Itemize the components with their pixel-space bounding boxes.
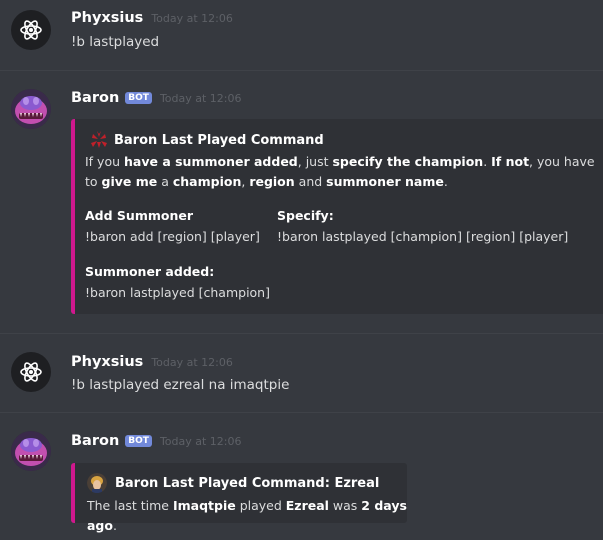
bot-avatar[interactable] xyxy=(11,89,51,129)
field-name: Summoner added: xyxy=(85,264,215,279)
field-name: Specify: xyxy=(277,208,334,223)
baron-nashor-icon xyxy=(11,431,51,471)
text-run: was xyxy=(328,498,362,513)
message: Baron BOT Today at 12:06 Baron Last Play… xyxy=(0,71,603,333)
text-run: played xyxy=(235,498,286,513)
embed-description: If you have a summoner added, just speci… xyxy=(85,152,603,192)
text-run: The last time xyxy=(87,498,173,513)
embed-description: The last time Imaqtpie played Ezreal was… xyxy=(87,496,407,536)
embed: Baron Last Played Command If you have a … xyxy=(71,119,603,314)
bold-text: have a summoner added xyxy=(124,154,298,169)
author-name[interactable]: Baron xyxy=(71,90,119,106)
field-value: !baron lastplayed [champion] xyxy=(85,285,270,300)
bot-avatar[interactable] xyxy=(11,431,51,471)
atom-icon xyxy=(20,20,42,40)
text-run: . xyxy=(483,154,492,169)
author-name[interactable]: Phyxsius xyxy=(71,354,143,370)
message: Baron BOT Today at 12:06 Baron Last Play… xyxy=(0,413,603,540)
bold-text: region xyxy=(249,174,295,189)
baron-nashor-icon xyxy=(11,89,51,129)
embed-title-text: Baron Last Played Command xyxy=(114,132,324,148)
text-run: . xyxy=(112,518,117,533)
timestamp[interactable]: Today at 12:06 xyxy=(160,435,242,448)
text-run: If you xyxy=(85,154,125,169)
timestamp[interactable]: Today at 12:06 xyxy=(151,12,233,25)
timestamp[interactable]: Today at 12:06 xyxy=(160,92,242,105)
field-value: !baron lastplayed [champion] [region] [p… xyxy=(277,229,569,244)
bold-text: Ezreal xyxy=(285,498,329,513)
field-value: !baron add [region] [player] xyxy=(85,229,260,244)
text-run: and xyxy=(294,174,327,189)
ezreal-portrait-icon xyxy=(87,473,107,493)
embed-title: Baron Last Played Command: Ezreal xyxy=(87,473,379,493)
bold-text: specify the champion xyxy=(332,154,484,169)
author-name[interactable]: Phyxsius xyxy=(71,10,143,26)
embed-title: Baron Last Played Command xyxy=(89,131,324,149)
bold-text: If not xyxy=(491,154,530,169)
bold-text: summoner name xyxy=(326,174,444,189)
embed-title-text: Baron Last Played Command: Ezreal xyxy=(115,475,380,491)
bot-badge: BOT xyxy=(125,92,152,104)
timestamp[interactable]: Today at 12:06 xyxy=(151,356,233,369)
text-run: , just xyxy=(297,154,333,169)
author-name[interactable]: Baron xyxy=(71,433,119,449)
bold-text: Imaqtpie xyxy=(172,498,236,513)
atom-icon xyxy=(20,362,42,382)
user-avatar[interactable] xyxy=(11,10,51,50)
bot-badge: BOT xyxy=(125,435,152,447)
bold-text: champion xyxy=(172,174,242,189)
text-run: . xyxy=(443,174,448,189)
message-text: !b lastplayed xyxy=(71,34,160,50)
message: Phyxsius Today at 12:06 !b lastplayed ez… xyxy=(0,334,603,412)
field-name: Add Summoner xyxy=(85,208,194,223)
text-run: a xyxy=(157,174,173,189)
user-avatar[interactable] xyxy=(11,352,51,392)
bold-text: give me xyxy=(101,174,158,189)
message: Phyxsius Today at 12:06 !b lastplayed xyxy=(0,0,603,70)
baron-emblem-icon xyxy=(91,131,107,148)
message-text: !b lastplayed ezreal na imaqtpie xyxy=(71,377,290,393)
embed: Baron Last Played Command: Ezreal The la… xyxy=(71,463,407,533)
